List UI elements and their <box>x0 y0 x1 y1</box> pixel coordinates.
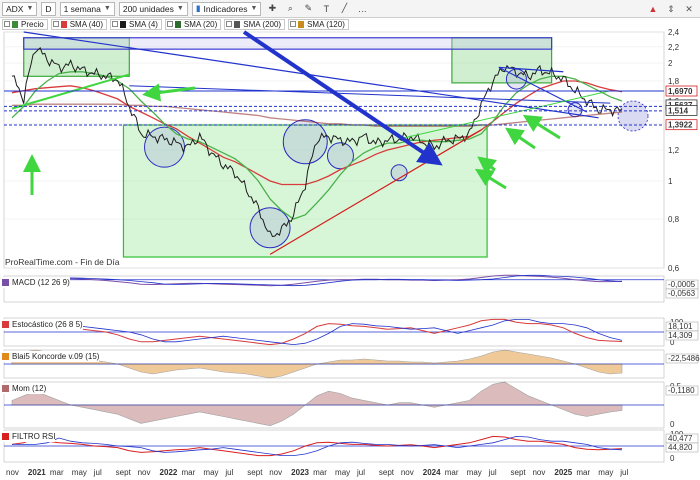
koncorde-value-label: -22,5486 <box>668 354 700 363</box>
highlight-circle <box>249 207 291 249</box>
price-tick-label: 2 <box>668 59 673 68</box>
macd-value-label: -0,0563 <box>668 289 696 298</box>
x-axis-label: may <box>467 468 482 477</box>
x-axis-label: mar <box>50 468 64 477</box>
x-axis-label: sept <box>116 468 132 477</box>
price-tick-label: 1,8 <box>668 77 680 86</box>
indicator-icon <box>2 279 9 286</box>
indicator-icon <box>2 385 9 392</box>
indicator-title[interactable]: Mom (12) <box>2 383 47 394</box>
x-axis-label: jul <box>356 468 365 477</box>
x-axis-label: may <box>598 468 613 477</box>
chart-canvas[interactable]: 2,42,221,81,61,41,210,80,61,69701,56371,… <box>0 0 700 480</box>
price-tick-label: 1,2 <box>668 146 680 155</box>
indicator-icon <box>2 353 9 360</box>
x-axis-label: jul <box>224 468 233 477</box>
x-axis-label: 2021 <box>28 468 46 477</box>
projection-circle <box>617 100 649 132</box>
x-axis-label: 2024 <box>423 468 441 477</box>
x-axis-label: 2025 <box>554 468 572 477</box>
x-axis-label: sept <box>247 468 263 477</box>
x-axis-label: 2023 <box>291 468 309 477</box>
filtro-rsi-tick-label: 0 <box>670 454 675 463</box>
stochastic-value-label: 14,309 <box>668 331 693 340</box>
x-axis-label: mar <box>445 468 459 477</box>
source-label: ProRealTime.com - Fin de Día <box>5 257 120 267</box>
highlight-circle <box>282 119 328 165</box>
filtro-rsi-value-label: 44,820 <box>668 443 693 452</box>
price-tick-label: 0,8 <box>668 215 680 224</box>
indicator-title-label: MACD (12 26 9) <box>12 278 70 287</box>
x-axis-label: nov <box>6 468 19 477</box>
highlight-circle <box>144 126 185 168</box>
x-axis-label: jul <box>93 468 102 477</box>
indicator-title-label: Blai5 Koncorde v.09 (15) <box>12 352 100 361</box>
x-axis-label: mar <box>313 468 327 477</box>
x-axis-label: mar <box>576 468 590 477</box>
x-axis-label: nov <box>138 468 151 477</box>
x-axis-label: nov <box>401 468 414 477</box>
price-tick-label: 1 <box>668 177 673 186</box>
indicator-title[interactable]: Blai5 Koncorde v.09 (15) <box>2 351 100 362</box>
price-badge-label: 1,514 <box>668 106 689 115</box>
indicator-title[interactable]: Estocástico (26 8 5) <box>2 319 83 330</box>
prorealtime-window: ADX ▼ D 1 semana ▼ 200 unidades ▼ ▮ Indi… <box>0 0 700 480</box>
stochastic-value-label: 18,101 <box>668 322 693 331</box>
x-axis-label: may <box>335 468 350 477</box>
x-axis-label: jul <box>488 468 497 477</box>
momentum-tick-label: 0 <box>670 420 675 429</box>
x-axis-label: may <box>72 468 87 477</box>
x-axis-label: nov <box>269 468 282 477</box>
price-badge-label: 1,6970 <box>668 87 693 96</box>
indicator-title[interactable]: FILTRO RSI <box>2 431 56 442</box>
x-axis-label: nov <box>532 468 545 477</box>
indicator-title-label: FILTRO RSI <box>12 432 56 441</box>
x-axis-label: mar <box>181 468 195 477</box>
indicator-title-label: Mom (12) <box>12 384 47 393</box>
indicator-icon <box>2 321 9 328</box>
macd-value-label: -0,0005 <box>668 280 696 289</box>
price-tick-label: 0,6 <box>668 264 680 273</box>
x-axis-label: 2022 <box>160 468 178 477</box>
indicator-icon <box>2 433 9 440</box>
filtro-rsi-value-label: 40,477 <box>668 434 693 443</box>
indicator-title[interactable]: MACD (12 26 9) <box>2 277 70 288</box>
price-tick-label: 2,2 <box>668 43 680 52</box>
price-tick-label: 2,4 <box>668 28 680 37</box>
x-axis-label: jul <box>619 468 628 477</box>
indicator-title-label: Estocástico (26 8 5) <box>12 320 83 329</box>
x-axis-label: sept <box>379 468 395 477</box>
x-axis-label: may <box>203 468 218 477</box>
momentum-value-label: -0,1180 <box>668 386 695 395</box>
price-badge-label: 1,3922 <box>668 121 693 130</box>
x-axis-label: sept <box>511 468 527 477</box>
